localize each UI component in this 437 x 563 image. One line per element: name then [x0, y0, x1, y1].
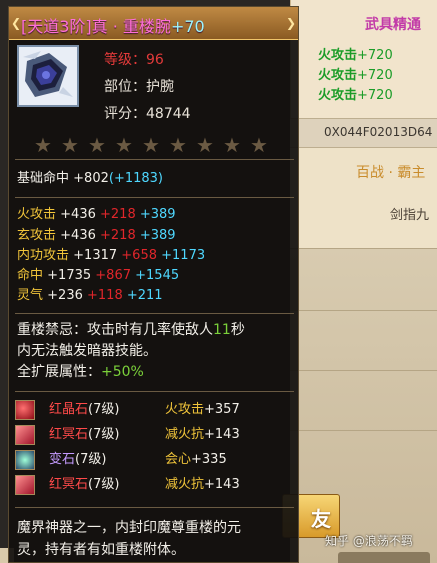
- star-icon: ★: [223, 133, 241, 157]
- divider: [15, 197, 294, 198]
- divider: [290, 430, 437, 431]
- attribute-row: 玄攻击 +436 +218 +389: [17, 228, 176, 243]
- mastery-lines: 火攻击+720 火攻击+720 火攻击+720: [318, 46, 433, 106]
- bottom-tab[interactable]: [338, 552, 430, 563]
- red-dark-gem-icon: [15, 475, 35, 495]
- skill-line: 重楼禁忌：攻击时有几率使敌人11秒: [17, 322, 245, 338]
- base-hit-row: 基础命中 +802(+1183): [17, 171, 163, 186]
- mastery-line: 火攻击+720: [318, 68, 393, 83]
- level-line: 等级：96: [104, 52, 164, 68]
- extend-line: 全扩展属性：+50%: [17, 364, 144, 380]
- star-icon: ★: [34, 133, 52, 157]
- enhance-level: +70: [170, 17, 205, 36]
- star-icon: ★: [88, 133, 106, 157]
- attribute-row: 内功攻击 +1317 +658 +1173: [17, 248, 206, 263]
- divider: [290, 370, 437, 371]
- divider: [15, 313, 294, 314]
- star-rating: ★ ★ ★ ★ ★ ★ ★ ★ ★: [33, 135, 269, 155]
- change-stone-gem-icon: [15, 450, 35, 470]
- star-icon: ★: [196, 133, 214, 157]
- skill-description: 重楼禁忌：攻击时有几率使敌人11秒 内无法触发暗器技能。 全扩展属性：+50%: [17, 320, 287, 383]
- star-icon: ★: [115, 133, 133, 157]
- gem-row: 红冥石(7级) 减火抗+143: [15, 424, 295, 446]
- item-lore: 魔界神器之一，内封印魔尊重楼的元 灵，持有者有如重楼附体。: [17, 520, 241, 558]
- item-name: [天道3阶]真 · 重楼腕+70: [21, 17, 205, 36]
- gem-row: 红晶石(7级) 火攻击+357: [15, 399, 295, 421]
- mastery-line: 火攻击+720: [318, 48, 393, 63]
- divider: [290, 248, 437, 249]
- corner-ornament-icon: ❯: [286, 16, 297, 30]
- watermark: 知乎 @浪荡不羁: [325, 534, 413, 548]
- attribute-row: 命中 +1735 +867 +1545: [17, 268, 180, 283]
- character-title: 百战 · 霸主: [356, 165, 426, 181]
- slot-value: 护腕: [146, 79, 174, 95]
- skill-line: 内无法触发暗器技能。: [17, 343, 157, 359]
- star-icon: ★: [169, 133, 187, 157]
- item-id-text: 0X044F02013D64: [324, 125, 433, 139]
- score-line: 评分：48744: [104, 106, 191, 122]
- item-id-bar: 0X044F02013D64: [290, 118, 437, 148]
- attribute-row: 火攻击 +436 +218 +389: [17, 207, 176, 222]
- red-crystal-gem-icon: [15, 400, 35, 420]
- gem-row: 变石(7级) 会心+335: [15, 449, 295, 471]
- divider: [15, 159, 294, 160]
- star-icon: ★: [142, 133, 160, 157]
- mastery-title: 武具精通: [365, 17, 421, 33]
- slot-line: 部位：护腕: [104, 79, 174, 95]
- divider: [15, 507, 294, 508]
- star-icon: ★: [61, 133, 79, 157]
- divider: [15, 391, 294, 392]
- red-dark-gem-icon: [15, 425, 35, 445]
- item-icon: [17, 45, 79, 107]
- score-value: 48744: [146, 106, 191, 122]
- divider: [290, 310, 437, 311]
- item-tooltip: ❮ ❯ [天道3阶]真 · 重楼腕+70 等级：96 部位：护腕 评分：4874…: [8, 6, 299, 563]
- bracer-icon: [19, 47, 77, 105]
- star-icon: ★: [250, 133, 268, 157]
- gem-row: 红冥石(7级) 减火抗+143: [15, 474, 295, 496]
- tooltip-header: ❮ ❯ [天道3阶]真 · 重楼腕+70: [9, 7, 298, 40]
- level-value: 96: [146, 52, 164, 68]
- attribute-row: 灵气 +236 +118 +211: [17, 288, 163, 303]
- corner-ornament-icon: ❮: [11, 16, 22, 30]
- character-subtext: 剑指九: [390, 208, 430, 223]
- mastery-line: 火攻击+720: [318, 88, 393, 103]
